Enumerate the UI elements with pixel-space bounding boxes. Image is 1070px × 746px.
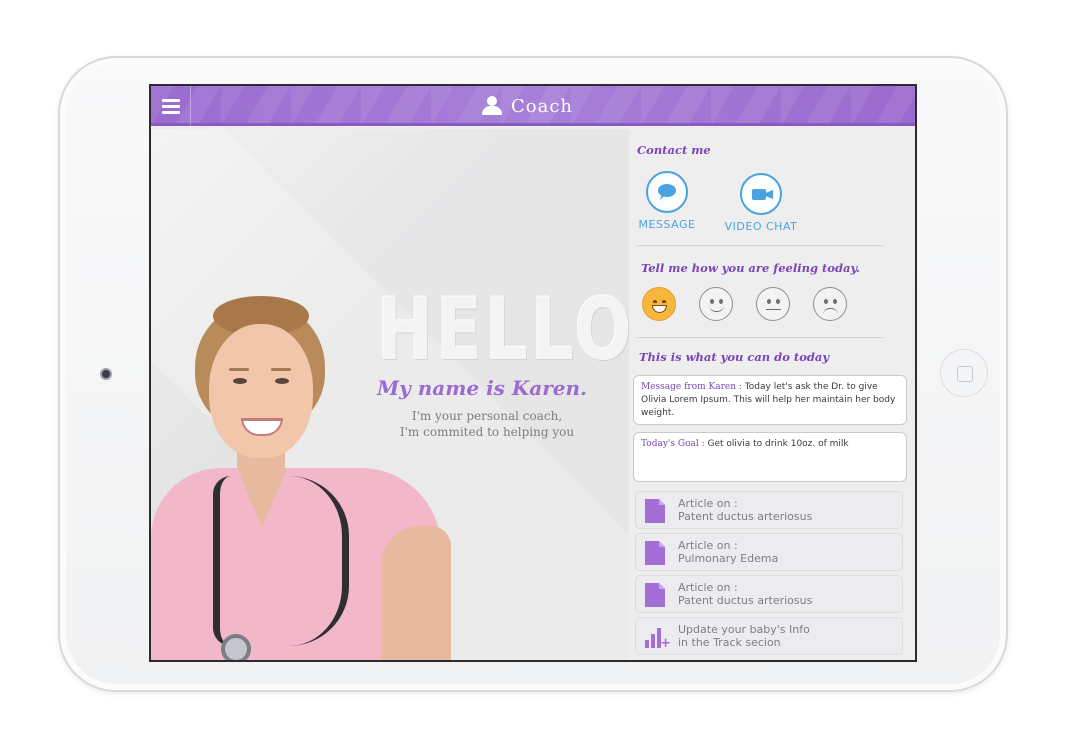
chart-add-icon: + <box>645 626 671 650</box>
page-title-group: Coach <box>481 92 573 120</box>
divider <box>637 245 883 246</box>
happy-face-icon[interactable] <box>699 287 733 321</box>
sad-face-icon[interactable] <box>813 287 847 321</box>
article-item[interactable]: Article on : Pulmonary Edema <box>635 533 903 571</box>
neutral-face-icon[interactable] <box>756 287 790 321</box>
page-title: Coach <box>511 95 574 117</box>
today-title: This is what you can do today <box>639 350 830 364</box>
video-chat-label: VIDEO CHAT <box>724 220 798 233</box>
home-button-icon <box>957 366 973 382</box>
document-icon <box>645 541 665 565</box>
video-camera-icon <box>752 189 766 200</box>
stethoscope-icon <box>213 476 231 646</box>
person-icon <box>481 96 503 116</box>
message-button[interactable]: MESSAGE <box>627 171 707 231</box>
very-happy-face-icon[interactable] <box>642 287 676 321</box>
video-chat-button[interactable]: VIDEO CHAT <box>721 173 801 233</box>
goal-text: Get olivia to drink 10oz. of milk <box>707 439 849 449</box>
right-panel: Contact me MESSAGE VIDEO CHAT Tell me ho… <box>627 129 915 660</box>
front-camera <box>100 368 112 380</box>
document-icon <box>645 499 665 523</box>
hello-heading: HELLO <box>377 280 635 380</box>
coach-name: My name is Karen. <box>377 376 587 400</box>
menu-button[interactable] <box>151 86 191 126</box>
home-button[interactable] <box>940 349 988 397</box>
divider <box>637 337 883 338</box>
update-baby-info-item[interactable]: + Update your baby's Info in the Track s… <box>635 617 903 655</box>
goal-label: Today's Goal : <box>641 439 705 449</box>
article-item[interactable]: Article on : Patent ductus arteriosus <box>635 575 903 613</box>
article-item[interactable]: Article on : Patent ductus arteriosus <box>635 491 903 529</box>
contact-title: Contact me <box>637 143 711 157</box>
top-bar: Coach <box>151 86 915 126</box>
feeling-title: Tell me how you are feeling today. <box>641 261 860 275</box>
hamburger-icon <box>162 111 180 114</box>
document-icon <box>645 583 665 607</box>
hamburger-icon <box>162 105 180 108</box>
coach-tagline: I'm your personal coach, I'm commited to… <box>399 409 575 439</box>
message-label: MESSAGE <box>638 218 696 231</box>
app-screen: Coach HELLO My name is Karen. I'm your p… <box>149 84 917 662</box>
coach-message-card[interactable]: Message from Karen : Today let's ask the… <box>633 375 907 425</box>
todays-goal-card[interactable]: Today's Goal : Get olivia to drink 10oz.… <box>633 432 907 482</box>
hamburger-icon <box>162 99 180 102</box>
chat-bubble-icon <box>658 184 676 197</box>
message-from-label: Message from Karen : <box>641 382 742 392</box>
